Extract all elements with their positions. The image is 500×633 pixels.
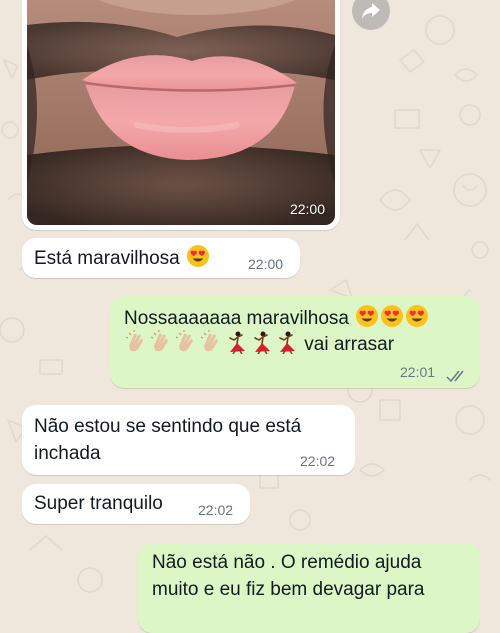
message-text-line2: muito e eu fiz bem devagar para xyxy=(152,579,425,600)
heart-eyes-emoji-icon xyxy=(405,304,429,328)
lips-photo xyxy=(27,0,335,225)
image-message-bubble[interactable]: 22:00 xyxy=(22,0,340,230)
message-bubble-incoming[interactable]: Está maravilhosa 22:00 xyxy=(22,238,300,278)
clapping-hands-emoji-icon xyxy=(150,330,174,354)
message-bubble-outgoing[interactable]: Nossaaaaaaa maravilhosa vai arrasar 22:0… xyxy=(110,296,480,388)
dancer-emoji-icon xyxy=(225,330,249,354)
chat-conversation[interactable]: 22:00 Está maravilhosa 22:00 Nossaaaaaaa… xyxy=(0,0,500,633)
forward-button[interactable] xyxy=(352,0,390,30)
message-text-line2: vai arrasar xyxy=(304,334,395,355)
message-text-line2: inchada xyxy=(34,443,101,464)
message-time: 22:02 xyxy=(198,502,234,518)
message-bubble-outgoing[interactable]: Não está não . O remédio ajuda muito e e… xyxy=(138,543,480,633)
dancer-emoji-icon xyxy=(250,330,274,354)
heart-eyes-emoji-icon xyxy=(355,304,379,328)
dancer-emoji-icon xyxy=(275,330,299,354)
photo-thumbnail[interactable]: 22:00 xyxy=(27,0,335,225)
message-time: 22:00 xyxy=(248,256,284,272)
message-text: Super tranquilo xyxy=(34,493,163,514)
heart-eyes-emoji-icon xyxy=(380,304,404,328)
message-text-line1: Não está não . O remédio ajuda xyxy=(152,552,422,573)
clapping-hands-emoji-icon xyxy=(175,330,199,354)
message-time: 22:01 xyxy=(400,364,436,380)
message-text-line1: Não estou se sentindo que está xyxy=(34,416,302,437)
image-message-time: 22:00 xyxy=(289,201,325,217)
message-text-line1: Nossaaaaaaa maravilhosa xyxy=(124,308,349,329)
message-time: 22:02 xyxy=(300,453,336,469)
clapping-hands-emoji-icon xyxy=(125,330,149,354)
message-bubble-incoming[interactable]: Não estou se sentindo que está inchada 2… xyxy=(22,405,355,475)
message-bubble-incoming[interactable]: Super tranquilo 22:02 xyxy=(22,484,250,524)
read-ticks-icon xyxy=(446,364,468,383)
message-text: Está maravilhosa xyxy=(34,248,180,269)
heart-eyes-emoji-icon xyxy=(186,244,210,268)
forward-arrow-icon xyxy=(362,3,380,19)
clapping-hands-emoji-icon xyxy=(200,330,224,354)
